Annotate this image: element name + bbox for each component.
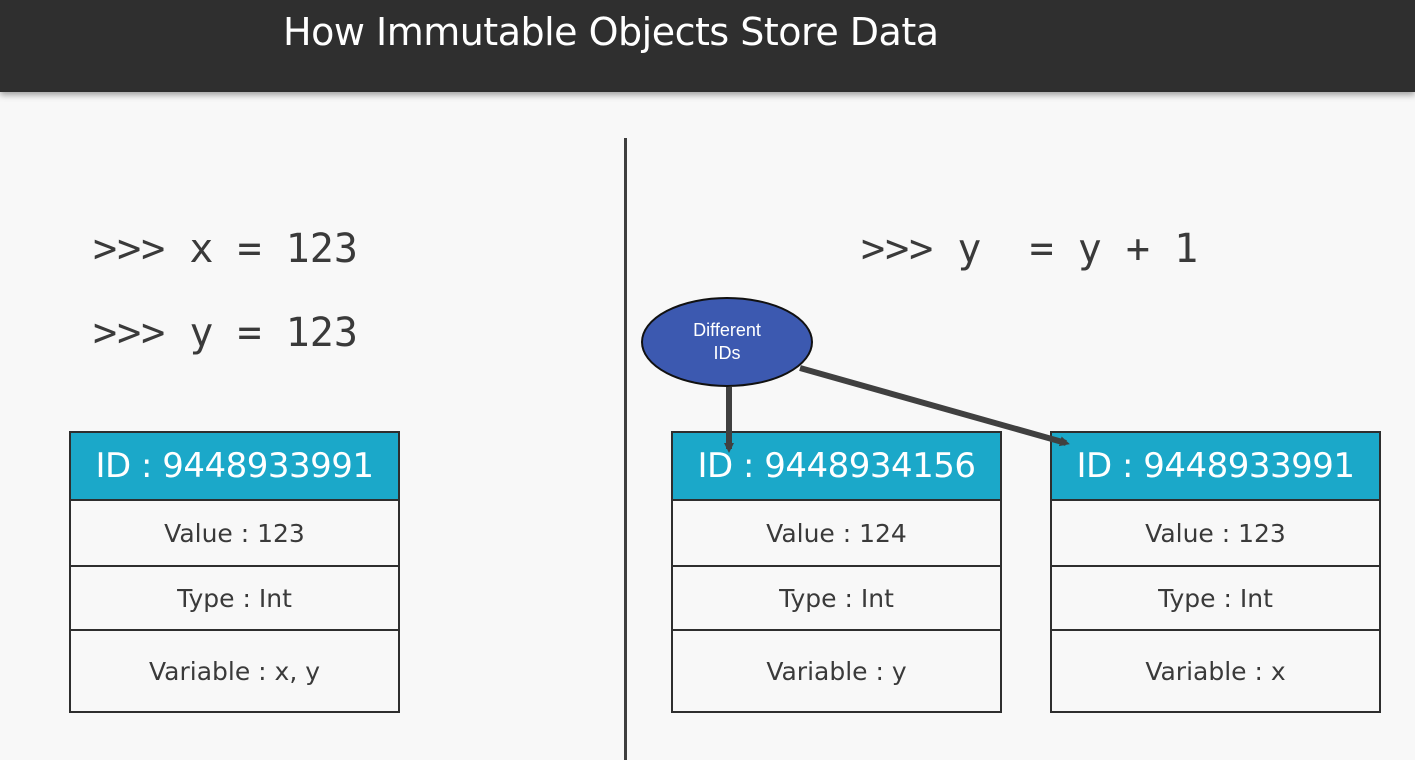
different-ids-callout: Different IDs bbox=[641, 297, 813, 387]
callout-line-2: IDs bbox=[713, 343, 741, 363]
arrow-to-original-id bbox=[799, 365, 1070, 447]
callout-line-1: Different bbox=[693, 320, 761, 340]
